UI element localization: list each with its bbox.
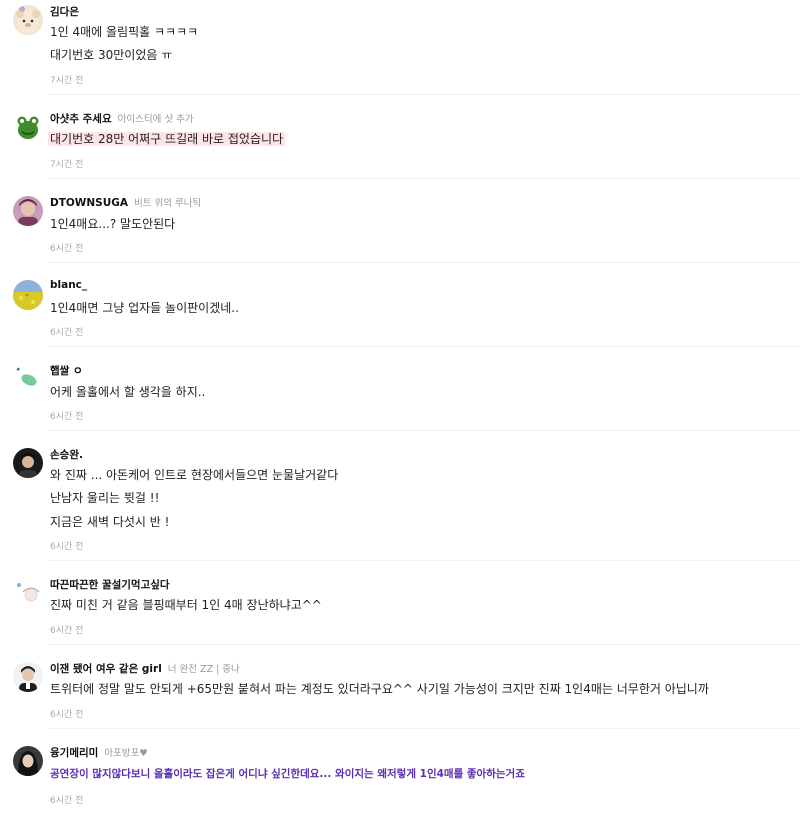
comment-text: 1인4매면 그냥 업자들 놀이판이겠네.. bbox=[50, 301, 239, 315]
divider bbox=[48, 346, 800, 347]
comment-time: 6시간 전 bbox=[50, 244, 84, 254]
comment-author[interactable]: 아샷추 주세요 bbox=[50, 111, 112, 126]
comment-author[interactable]: 따끈따끈한 꿀설기먹고싶다 bbox=[50, 577, 170, 592]
comment-time: 6시간 전 bbox=[50, 626, 84, 636]
comment-time: 6시간 전 bbox=[50, 710, 84, 720]
comment-author[interactable]: 이잰 됐어 여우 같은 girl bbox=[50, 661, 162, 676]
divider bbox=[48, 728, 800, 729]
divider bbox=[48, 262, 800, 263]
comment-author[interactable]: 손승완. bbox=[50, 447, 83, 462]
comment-text: 대기번호 30만이었음 ㅠ bbox=[50, 48, 173, 62]
comment-author[interactable]: blanc_ bbox=[50, 279, 87, 291]
sketch-avatar-icon[interactable] bbox=[13, 578, 43, 608]
comment-text: 공연장이 많지않다보니 올홀이라도 잡은게 어디냐 싶긴한데요... 와이지는 … bbox=[50, 768, 525, 780]
divider bbox=[48, 94, 800, 95]
dark-person-avatar-icon[interactable] bbox=[13, 448, 43, 478]
comment-author[interactable]: 햅쌀 ㅇ bbox=[50, 363, 83, 378]
comment-time: 6시간 전 bbox=[50, 542, 84, 552]
frog-avatar-icon[interactable] bbox=[13, 112, 43, 142]
author-badge: 아이스티에 샷 추가 bbox=[117, 114, 194, 125]
divider bbox=[48, 644, 800, 645]
divider bbox=[48, 430, 800, 431]
comment-author[interactable]: DTOWNSUGA bbox=[50, 197, 128, 209]
man-avatar-icon[interactable] bbox=[13, 662, 43, 692]
bear-avatar-icon[interactable] bbox=[13, 5, 43, 35]
comment-time: 7시간 전 bbox=[50, 76, 84, 86]
author-badge: 아포방포♥ bbox=[104, 748, 148, 759]
comment-text: 트위터에 정말 말도 안되게 +65만원 붙혀서 파는 계정도 있더라구요^^ … bbox=[50, 682, 709, 696]
comment-time: 6시간 전 bbox=[50, 328, 84, 338]
author-badge: 비트 위의 루나틱 bbox=[134, 198, 202, 209]
comment-time: 7시간 전 bbox=[50, 160, 84, 170]
divider bbox=[48, 178, 800, 179]
comment-text: 와 진짜 ... 아돈케어 인트로 현장에서들으면 눈물날거같다 bbox=[50, 468, 339, 482]
comment-text: 진짜 미친 거 같음 블핑때부터 1인 4매 장난하냐고^^ bbox=[50, 598, 322, 612]
woman-avatar-icon[interactable] bbox=[13, 746, 43, 776]
comment-text: 1인 4매에 올림픽홀 ㅋㅋㅋㅋ bbox=[50, 25, 199, 39]
leaf-avatar-icon[interactable] bbox=[13, 364, 43, 394]
comment-author[interactable]: 융기메리미 bbox=[50, 745, 98, 760]
comment-time: 6시간 전 bbox=[50, 796, 84, 806]
person-avatar-icon[interactable] bbox=[13, 196, 43, 226]
author-badge: 너 완전 ZZ | 중나 bbox=[167, 664, 240, 675]
comment-author[interactable]: 김다은 bbox=[50, 4, 79, 19]
comment-text: 어케 올홀에서 할 생각을 하지.. bbox=[50, 385, 206, 399]
comment-time: 6시간 전 bbox=[50, 412, 84, 422]
comment-text: 1인4매요...? 말도안된다 bbox=[50, 217, 176, 231]
comment-text: 지금은 새벽 다섯시 반 ! bbox=[50, 515, 170, 529]
flower-field-avatar-icon[interactable] bbox=[13, 280, 43, 310]
comment-text: 대기번호 28만 어쩌구 뜨길래 바로 접었습니다 bbox=[48, 132, 286, 146]
comment-text: 난남자 울리는 뷧걸 !! bbox=[50, 491, 160, 505]
divider bbox=[48, 560, 800, 561]
